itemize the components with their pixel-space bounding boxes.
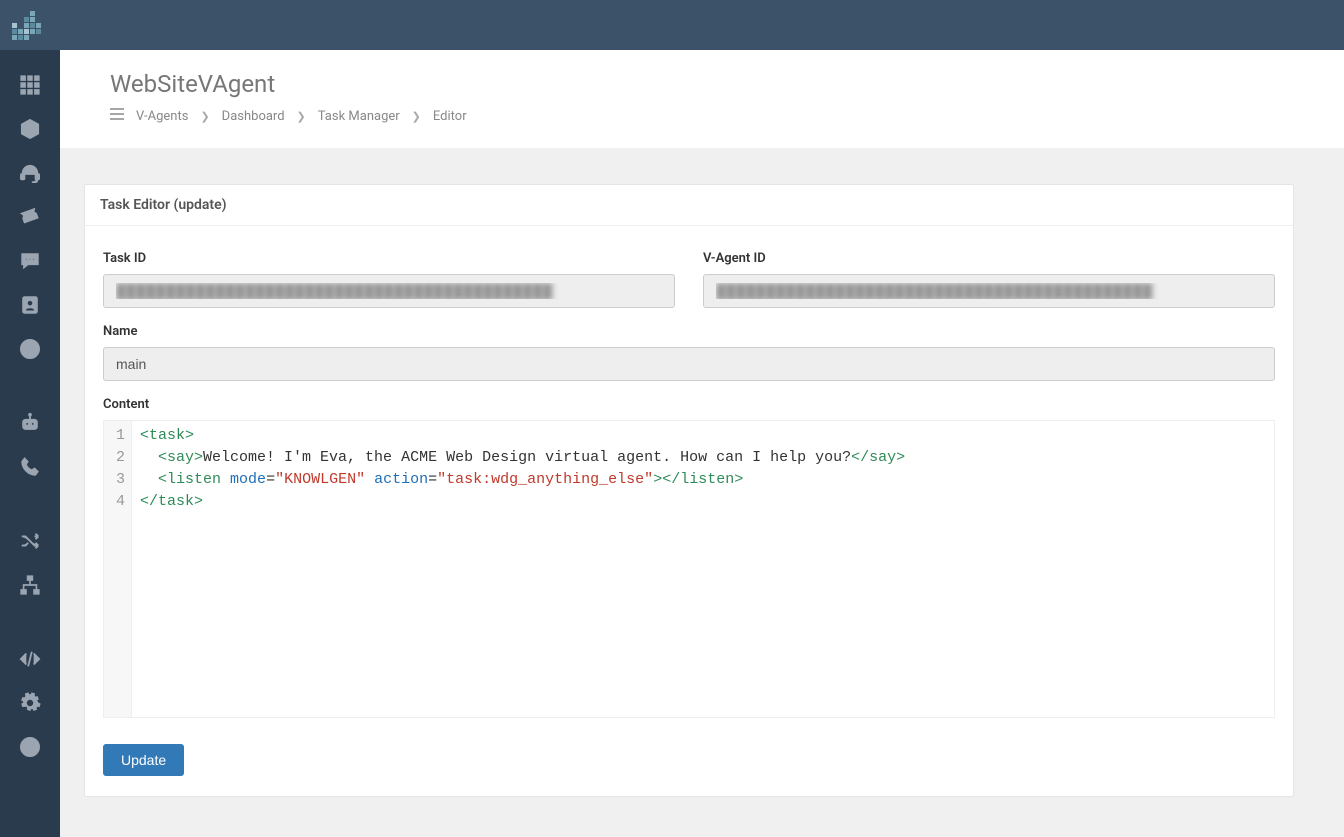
- sidebar-item-life-ring[interactable]: [0, 727, 60, 771]
- chevron-right-icon: ❯: [412, 110, 421, 123]
- content-code-editor[interactable]: 1234 <task> <say>Welcome! I'm Eva, the A…: [103, 420, 1275, 718]
- sidebar-item-sitemap[interactable]: [0, 565, 60, 609]
- grid-icon: [19, 74, 41, 100]
- contact-icon: [19, 294, 41, 320]
- update-button[interactable]: Update: [103, 744, 184, 776]
- sidebar-item-play[interactable]: [0, 329, 60, 373]
- task-editor-panel: Task Editor (update) Task ID V-Agent ID …: [84, 184, 1294, 797]
- ticket-icon: [19, 206, 41, 232]
- sidebar: [0, 50, 60, 837]
- page-header: WebSiteVAgent V-Agents ❯ Dashboard ❯ Tas…: [60, 50, 1344, 148]
- sidebar-item-phone[interactable]: [0, 447, 60, 491]
- headset-icon: [19, 162, 41, 188]
- sidebar-item-code[interactable]: [0, 639, 60, 683]
- chevron-right-icon: ❯: [297, 110, 306, 123]
- sidebar-item-hexagon[interactable]: [0, 109, 60, 153]
- breadcrumb-item[interactable]: Dashboard: [222, 109, 285, 124]
- phone-icon: [19, 456, 41, 482]
- page-title: WebSiteVAgent: [110, 70, 1294, 98]
- name-label: Name: [103, 324, 1275, 339]
- sidebar-item-gear[interactable]: [0, 683, 60, 727]
- vagent-id-label: V-Agent ID: [703, 251, 1275, 266]
- sidebar-item-contact[interactable]: [0, 285, 60, 329]
- chat-icon: [19, 250, 41, 276]
- play-icon: [19, 338, 41, 364]
- top-header: [0, 0, 1344, 50]
- sitemap-icon: [19, 574, 41, 600]
- breadcrumb-item[interactable]: Task Manager: [318, 109, 400, 124]
- life-ring-icon: [19, 736, 41, 762]
- sidebar-item-robot[interactable]: [0, 403, 60, 447]
- sidebar-item-grid[interactable]: [0, 65, 60, 109]
- chevron-right-icon: ❯: [200, 110, 209, 123]
- code-content[interactable]: <task> <say>Welcome! I'm Eva, the ACME W…: [132, 421, 1274, 717]
- shuffle-icon: [19, 530, 41, 556]
- panel-title: Task Editor (update): [85, 185, 1293, 226]
- line-gutter: 1234: [104, 421, 132, 717]
- hexagon-icon: [19, 118, 41, 144]
- robot-icon: [19, 412, 41, 438]
- breadcrumb: V-Agents ❯ Dashboard ❯ Task Manager ❯ Ed…: [110, 108, 1294, 124]
- task-id-field[interactable]: [103, 274, 675, 308]
- breadcrumb-menu-icon[interactable]: [110, 108, 124, 124]
- content-label: Content: [103, 397, 1275, 412]
- task-id-label: Task ID: [103, 251, 675, 266]
- breadcrumb-item[interactable]: V-Agents: [136, 109, 188, 124]
- breadcrumb-item[interactable]: Editor: [433, 109, 467, 124]
- name-field[interactable]: [103, 347, 1275, 381]
- code-icon: [19, 648, 41, 674]
- gear-icon: [19, 692, 41, 718]
- sidebar-item-ticket[interactable]: [0, 197, 60, 241]
- sidebar-item-headset[interactable]: [0, 153, 60, 197]
- logo-icon: [12, 11, 41, 40]
- sidebar-item-shuffle[interactable]: [0, 521, 60, 565]
- vagent-id-field[interactable]: [703, 274, 1275, 308]
- main-content: WebSiteVAgent V-Agents ❯ Dashboard ❯ Tas…: [60, 50, 1344, 837]
- sidebar-item-chat[interactable]: [0, 241, 60, 285]
